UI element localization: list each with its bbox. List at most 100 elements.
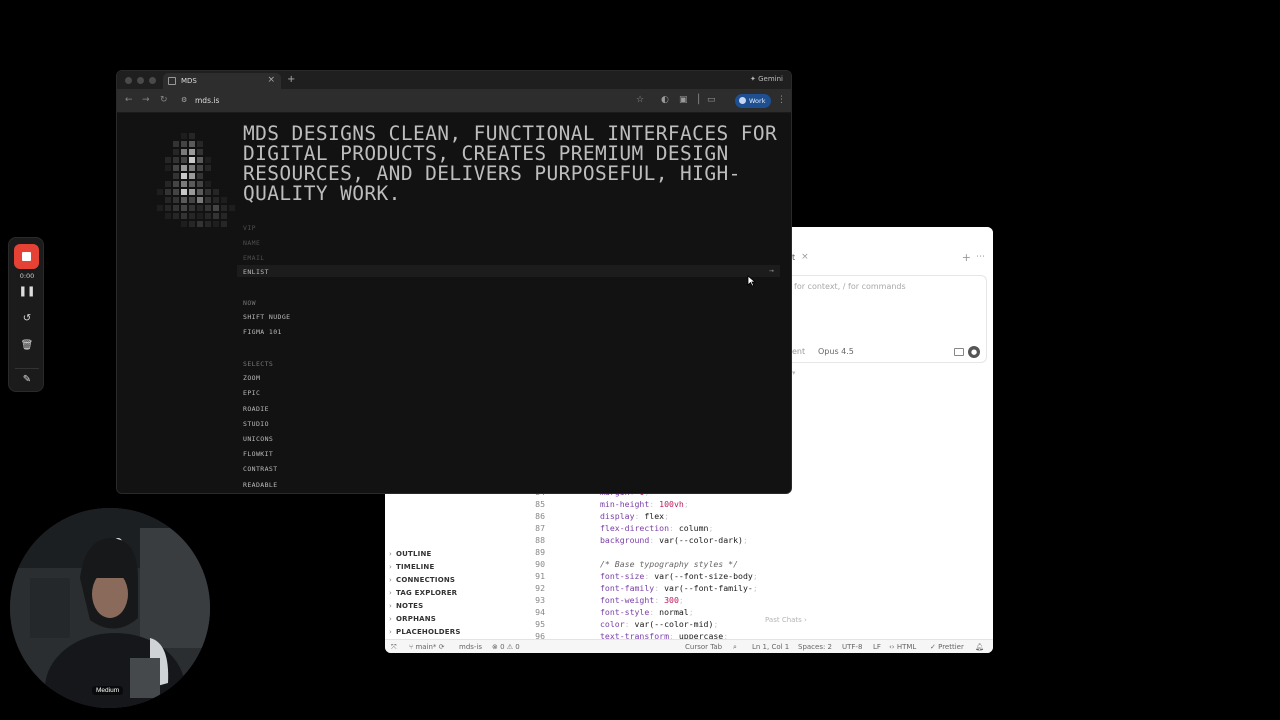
selects-link-readable[interactable]: READABLE: [243, 481, 278, 489]
sidebar-section-label: NOTES: [396, 602, 424, 610]
site-info-icon[interactable]: ⚙: [181, 96, 187, 104]
chevron-right-icon: ›: [389, 602, 392, 610]
selects-link-roadie[interactable]: ROADIE: [243, 405, 269, 413]
remote-icon[interactable]: ⤧: [391, 643, 397, 652]
formatter[interactable]: ✓ Prettier: [930, 643, 964, 651]
sidebar-section-connections[interactable]: › CONNECTIONS: [389, 576, 455, 584]
webcam-bubble[interactable]: [10, 508, 210, 708]
chat-input[interactable]: for context, / for commands ent Opus 4.5…: [792, 275, 987, 363]
sidebar-section-tag-explorer[interactable]: › TAG EXPLORER: [389, 589, 457, 597]
sidebar-section-label: ORPHANS: [396, 615, 437, 623]
cursor-tab-status[interactable]: Cursor Tab: [685, 643, 722, 651]
chevron-right-icon: ›: [389, 563, 392, 571]
notifications-bell-icon[interactable]: 🔔︎: [975, 643, 984, 651]
agent-mode-select[interactable]: ent: [792, 347, 805, 356]
encoding[interactable]: UTF-8: [842, 643, 862, 651]
code-text: flex-direction: column;: [600, 523, 713, 533]
profile-chip[interactable]: Work: [735, 94, 772, 108]
pause-icon[interactable]: ❚❚: [9, 286, 45, 297]
zoom-icon[interactable]: ⌕: [733, 643, 737, 652]
selects-link-epic[interactable]: EPIC: [243, 389, 260, 397]
pixel-tile: [181, 181, 187, 187]
trash-icon[interactable]: 🗑︎: [9, 340, 45, 351]
css-value: var(--font-size-body: [654, 571, 753, 581]
git-branch[interactable]: ⑂ main* ⟳: [409, 643, 445, 651]
email-field[interactable]: EMAIL: [243, 254, 265, 262]
sidebar-section-placeholders[interactable]: › PLACEHOLDERS: [389, 628, 461, 636]
forward-icon[interactable]: →: [142, 95, 150, 105]
close-icon[interactable]: ×: [801, 252, 809, 262]
selects-link-contrast[interactable]: CONTRAST: [243, 465, 278, 473]
zoom-window-button[interactable]: [149, 77, 156, 84]
draw-pen-icon[interactable]: ✎: [9, 374, 45, 385]
reading-list-icon[interactable]: ▭: [707, 95, 716, 105]
vip-section-label: VIP: [243, 224, 256, 232]
favicon-icon: [168, 77, 176, 85]
gemini-button[interactable]: ✦ Gemini: [750, 75, 783, 83]
selects-link-unicons[interactable]: UNICONS: [243, 435, 273, 443]
pixel-tile: [181, 149, 187, 155]
new-tab-button[interactable]: +: [287, 74, 295, 85]
indentation[interactable]: Spaces: 2: [798, 643, 832, 651]
stop-recording-button[interactable]: [14, 244, 39, 269]
sidebar-section-label: TIMELINE: [396, 563, 435, 571]
now-link-figma-101[interactable]: FIGMA 101: [243, 328, 282, 336]
address-bar[interactable]: mds.is: [195, 96, 219, 105]
code-editor-pane[interactable]: 84margin: 0;85min-height: 100vh;86displa…: [513, 493, 993, 641]
problems-indicator[interactable]: ⊗ 0 ⚠ 0: [492, 643, 520, 651]
close-window-button[interactable]: [125, 77, 132, 84]
selects-link-studio[interactable]: STUDIO: [243, 420, 269, 428]
cursor-position[interactable]: Ln 1, Col 1: [752, 643, 789, 651]
editor-sidebar: › OUTLINE › TIMELINE › CONNECTIONS › TAG EXP…: [385, 493, 513, 641]
extensions-puzzle-icon[interactable]: ▣: [679, 95, 688, 105]
pixel-tile: [173, 181, 179, 187]
browser-menu-icon[interactable]: ⋮: [777, 95, 786, 105]
enlist-button[interactable]: →: [237, 265, 780, 277]
divider: [15, 368, 39, 369]
now-section-label: NOW: [243, 299, 256, 307]
chevron-right-icon: ›: [389, 628, 392, 636]
webcam-size-label[interactable]: Medium: [92, 686, 124, 695]
more-icon[interactable]: ⋯: [976, 252, 985, 262]
css-property: font-weight: [600, 595, 655, 605]
css-colon: :: [649, 499, 660, 509]
minimize-window-button[interactable]: [137, 77, 144, 84]
webcam-video-frame: [10, 508, 210, 708]
pixel-tile: [173, 149, 179, 155]
split-view-icon[interactable]: │: [696, 95, 701, 105]
pixel-tile: [181, 197, 187, 203]
extension-icon[interactable]: ◐: [661, 95, 669, 105]
css-colon: :: [644, 571, 655, 581]
image-attach-icon[interactable]: [954, 348, 964, 356]
name-field[interactable]: NAME: [243, 239, 260, 247]
restart-icon[interactable]: ↺: [9, 313, 45, 324]
browser-tab-active[interactable]: MDS ×: [163, 73, 281, 89]
bookmark-star-icon[interactable]: ☆: [636, 95, 644, 105]
selects-link-zoom[interactable]: ZOOM: [243, 374, 260, 382]
line-ending[interactable]: LF: [873, 643, 881, 651]
selects-link-flowkit[interactable]: FLOWKIT: [243, 450, 273, 458]
chat-dropdown-caret[interactable]: ▾: [792, 369, 796, 377]
agent-chat-panel: t × + ⋯ for context, / for commands ent …: [792, 227, 993, 492]
past-chats-link[interactable]: Past Chats ›: [765, 616, 807, 624]
plus-icon[interactable]: +: [962, 251, 971, 264]
sidebar-section-timeline[interactable]: › TIMELINE: [389, 563, 434, 571]
language-mode[interactable]: ‹› HTML: [889, 643, 916, 651]
line-number: 88: [535, 535, 545, 545]
back-icon[interactable]: ←: [125, 95, 133, 105]
close-tab-icon[interactable]: ×: [267, 75, 275, 85]
mic-icon[interactable]: ●: [968, 346, 980, 358]
pixel-tile: [181, 133, 187, 139]
sidebar-section-orphans[interactable]: › ORPHANS: [389, 615, 436, 623]
workspace-folder[interactable]: mds-is: [459, 643, 482, 651]
now-link-shift-nudge[interactable]: SHIFT NUDGE: [243, 313, 290, 321]
model-select[interactable]: Opus 4.5: [818, 347, 854, 356]
sidebar-section-outline[interactable]: › OUTLINE: [389, 550, 432, 558]
sidebar-section-notes[interactable]: › NOTES: [389, 602, 423, 610]
chevron-right-icon: ›: [389, 589, 392, 597]
chat-tab-label[interactable]: t: [792, 253, 795, 262]
pixel-tile: [221, 221, 227, 227]
code-text: /* Base typography styles */: [600, 559, 738, 569]
reload-icon[interactable]: ↻: [160, 95, 168, 105]
pixel-tile: [181, 213, 187, 219]
